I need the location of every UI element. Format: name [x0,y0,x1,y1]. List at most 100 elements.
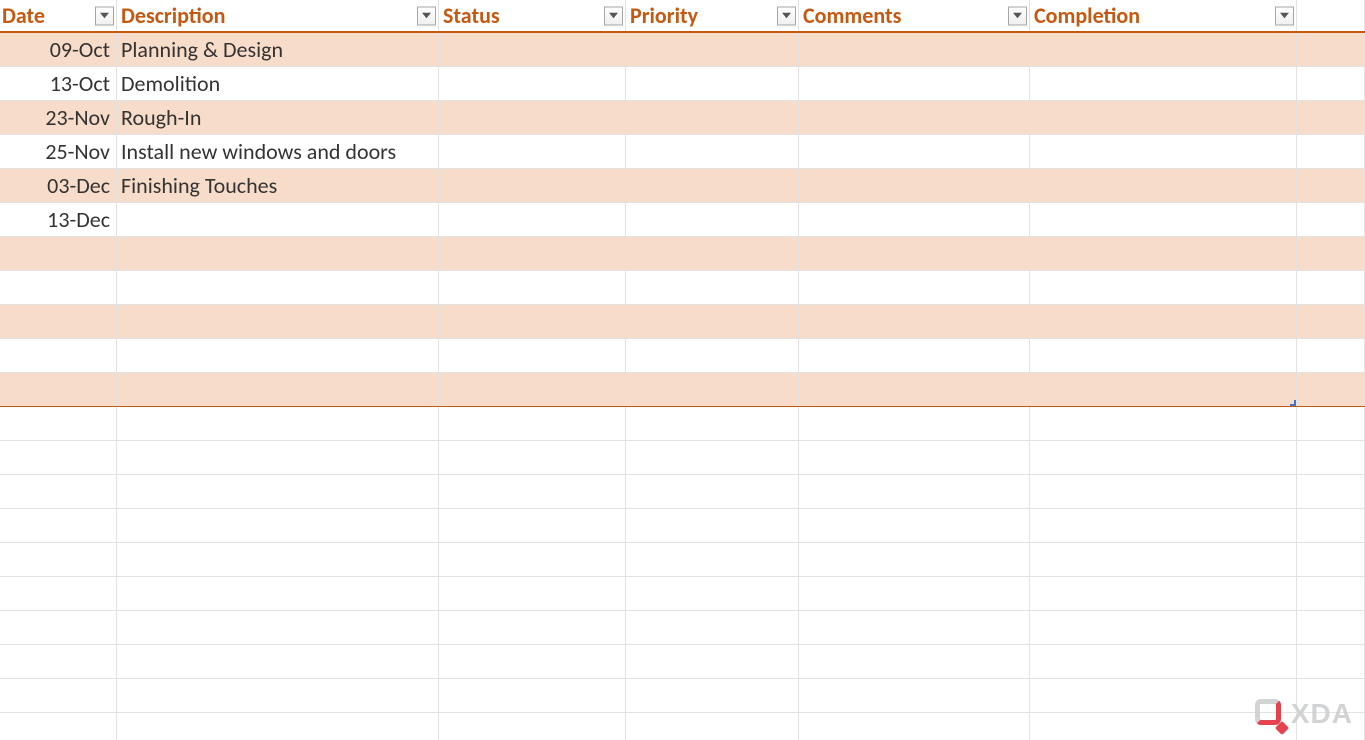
empty-cell[interactable] [626,509,799,542]
empty-cell[interactable] [439,441,626,474]
empty-cell[interactable] [799,475,1030,508]
empty-cell[interactable] [626,611,799,644]
empty-cell[interactable] [0,611,117,644]
column-header-completion[interactable]: Completion [1030,0,1297,31]
cell-priority[interactable] [626,373,799,406]
empty-cell[interactable] [439,611,626,644]
cell-description[interactable] [117,373,439,406]
cell-description[interactable] [117,305,439,338]
empty-cell[interactable] [1030,441,1297,474]
column-header-status[interactable]: Status [439,0,626,31]
empty-cell[interactable] [1297,543,1365,576]
empty-cell[interactable] [799,441,1030,474]
empty-cell[interactable] [1297,373,1365,406]
empty-cell[interactable] [799,679,1030,712]
empty-cell[interactable] [0,543,117,576]
empty-cell[interactable] [799,509,1030,542]
cell-description[interactable]: Planning & Design [117,33,439,66]
empty-cell[interactable] [1030,543,1297,576]
filter-button-date[interactable] [95,6,114,25]
empty-cell[interactable] [117,611,439,644]
cell-comments[interactable] [799,33,1030,66]
cell-description[interactable]: Finishing Touches [117,169,439,202]
empty-cell[interactable] [117,407,439,440]
filter-button-description[interactable] [417,6,436,25]
cell-date[interactable]: 03-Dec [0,169,117,202]
empty-cell[interactable] [0,577,117,610]
cell-completion[interactable] [1030,373,1297,406]
cell-description[interactable]: Demolition [117,67,439,100]
cell-date[interactable] [0,305,117,338]
cell-date[interactable] [0,373,117,406]
empty-cell[interactable] [1297,203,1365,236]
empty-cell[interactable] [1297,305,1365,338]
cell-completion[interactable] [1030,271,1297,304]
spreadsheet-grid[interactable]: Date Description Status Priority Comment… [0,0,1365,740]
cell-comments[interactable] [799,67,1030,100]
empty-cell[interactable] [0,679,117,712]
cell-comments[interactable] [799,135,1030,168]
table-resize-handle-icon[interactable] [1289,399,1297,406]
filter-button-priority[interactable] [777,6,796,25]
cell-description[interactable] [117,203,439,236]
cell-completion[interactable] [1030,33,1297,66]
filter-button-comments[interactable] [1008,6,1027,25]
empty-cell[interactable] [626,713,799,740]
empty-cell[interactable] [626,475,799,508]
empty-cell[interactable] [1297,577,1365,610]
empty-cell[interactable] [439,407,626,440]
cell-description[interactable] [117,339,439,372]
empty-cell[interactable] [1297,33,1365,66]
empty-cell[interactable] [626,679,799,712]
empty-cell[interactable] [117,441,439,474]
empty-cell[interactable] [1297,101,1365,134]
cell-date[interactable]: 09-Oct [0,33,117,66]
cell-status[interactable] [439,169,626,202]
cell-description[interactable] [117,237,439,270]
cell-comments[interactable] [799,203,1030,236]
empty-cell[interactable] [1297,237,1365,270]
cell-comments[interactable] [799,271,1030,304]
cell-priority[interactable] [626,271,799,304]
cell-comments[interactable] [799,373,1030,406]
empty-cell[interactable] [626,577,799,610]
empty-cell[interactable] [439,713,626,740]
empty-cell[interactable] [0,645,117,678]
empty-cell[interactable] [1297,645,1365,678]
column-header-comments[interactable]: Comments [799,0,1030,31]
empty-cell[interactable] [799,543,1030,576]
empty-cell[interactable] [1297,475,1365,508]
empty-cell[interactable] [117,645,439,678]
cell-completion[interactable] [1030,101,1297,134]
cell-priority[interactable] [626,67,799,100]
empty-cell[interactable] [1030,577,1297,610]
empty-cell[interactable] [117,679,439,712]
cell-status[interactable] [439,339,626,372]
column-header-priority[interactable]: Priority [626,0,799,31]
empty-cell[interactable] [799,407,1030,440]
empty-cell[interactable] [799,577,1030,610]
empty-cell[interactable] [1297,611,1365,644]
cell-priority[interactable] [626,101,799,134]
empty-cell[interactable] [117,713,439,740]
empty-cell[interactable] [439,645,626,678]
column-header-description[interactable]: Description [117,0,439,31]
cell-status[interactable] [439,101,626,134]
cell-priority[interactable] [626,339,799,372]
empty-cell[interactable] [1030,509,1297,542]
cell-comments[interactable] [799,305,1030,338]
cell-priority[interactable] [626,135,799,168]
empty-cell[interactable] [1030,475,1297,508]
cell-date[interactable] [0,271,117,304]
cell-date[interactable]: 13-Oct [0,67,117,100]
empty-cell[interactable] [117,577,439,610]
empty-cell[interactable] [1030,611,1297,644]
cell-priority[interactable] [626,169,799,202]
empty-cell[interactable] [0,713,117,740]
cell-completion[interactable] [1030,135,1297,168]
empty-cell[interactable] [1297,135,1365,168]
cell-status[interactable] [439,33,626,66]
cell-status[interactable] [439,135,626,168]
empty-cell[interactable] [439,509,626,542]
cell-priority[interactable] [626,237,799,270]
